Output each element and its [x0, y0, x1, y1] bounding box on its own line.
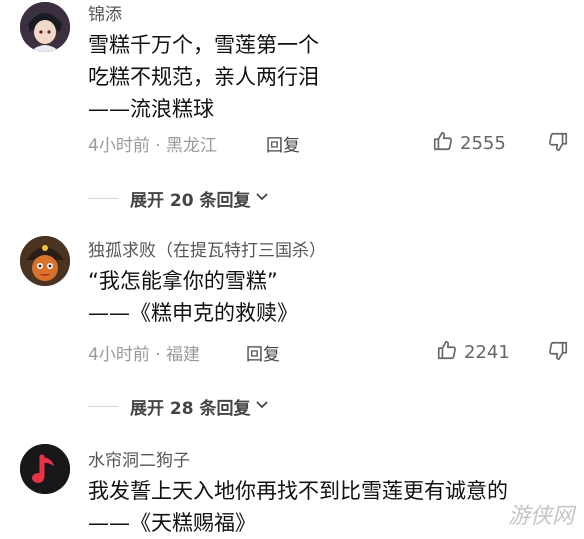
thumb-up-icon: [436, 339, 458, 366]
comment-meta: 4小时前 · 福建: [88, 345, 201, 365]
divider: [88, 198, 118, 199]
watermark: 游侠网: [507, 504, 574, 529]
expand-replies-row: 展开 20 条回复: [0, 186, 584, 211]
expand-replies-button[interactable]: 展开 20 条回复: [130, 186, 269, 211]
avatar[interactable]: [20, 236, 70, 286]
comment-line: 我发誓上天入地你再找不到比雪莲更有诚意的: [88, 479, 508, 503]
expand-replies-label: 展开 20 条回复: [130, 191, 251, 211]
expand-replies-button[interactable]: 展开 28 条回复: [130, 394, 269, 419]
thumb-down-icon: [547, 341, 569, 366]
comment-line: ——《天糕赐福》: [88, 511, 256, 535]
like-button[interactable]: 2555: [432, 130, 506, 157]
comment-line: 吃糕不规范，亲人两行泪: [88, 65, 319, 89]
comment-line: 雪糕千万个，雪莲第一个: [88, 33, 319, 57]
thumb-up-icon: [432, 130, 454, 157]
avatar[interactable]: [20, 2, 70, 52]
comment-line: ——《糕申克的救赎》: [88, 301, 298, 325]
username[interactable]: 水帘洞二狗子: [88, 446, 190, 471]
dislike-button[interactable]: [547, 340, 569, 366]
like-button[interactable]: 2241: [436, 339, 510, 366]
username[interactable]: 独孤求败（在提瓦特打三国杀）: [88, 236, 326, 261]
expand-replies-row: 展开 28 条回复: [0, 394, 584, 419]
chevron-down-icon: [255, 189, 269, 209]
comment-meta: 4小时前 · 黑龙江: [88, 136, 218, 156]
comment-line: ——流浪糕球: [88, 97, 214, 121]
like-count: 2555: [460, 133, 506, 154]
divider: [88, 406, 118, 407]
username[interactable]: 锦添: [88, 0, 122, 25]
reply-button[interactable]: 回复: [246, 340, 280, 365]
dislike-button[interactable]: [547, 131, 569, 157]
expand-replies-label: 展开 28 条回复: [130, 399, 251, 419]
reply-button[interactable]: 回复: [266, 131, 300, 156]
comment-line: “我怎能拿你的雪糕”: [88, 269, 278, 293]
chevron-down-icon: [255, 397, 269, 417]
avatar[interactable]: [20, 444, 70, 494]
thumb-down-icon: [547, 132, 569, 157]
like-count: 2241: [464, 342, 510, 363]
